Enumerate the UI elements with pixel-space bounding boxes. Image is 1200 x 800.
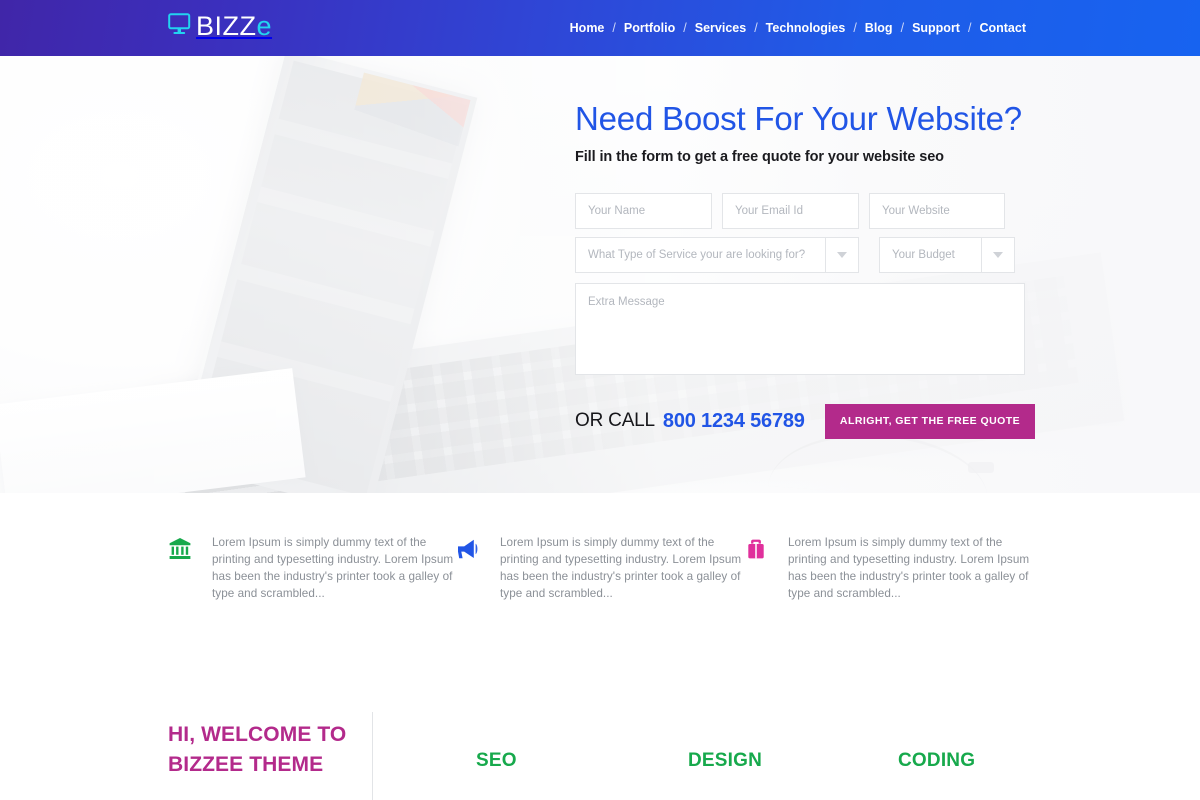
budget-select[interactable]: Your Budget bbox=[879, 236, 1015, 273]
hero-section: Need Boost For Your Website? Fill in the… bbox=[0, 56, 1200, 493]
nav-separator: / bbox=[754, 21, 758, 35]
phone-number-link[interactable]: 800 1234 56789 bbox=[663, 410, 805, 433]
name-input[interactable] bbox=[575, 192, 712, 229]
hero-title: Need Boost For Your Website? bbox=[575, 100, 1022, 137]
nav-separator: / bbox=[853, 21, 857, 35]
chevron-down-icon[interactable] bbox=[981, 236, 1015, 273]
monitor-icon bbox=[168, 13, 192, 40]
nav-item-support[interactable]: Support bbox=[912, 21, 960, 35]
feature-text: Lorem Ipsum is simply dummy text of the … bbox=[500, 536, 742, 600]
feature-item: Lorem Ipsum is simply dummy text of the … bbox=[456, 535, 744, 708]
briefcase-icon bbox=[744, 535, 770, 708]
skills-list: SEO DESIGN CODING bbox=[476, 750, 975, 772]
budget-select-value: Your Budget bbox=[879, 236, 981, 273]
get-free-quote-button[interactable]: ALRIGHT, GET THE FREE QUOTE bbox=[825, 403, 1035, 439]
email-input[interactable] bbox=[722, 192, 859, 229]
logo-text-main: BIZZ bbox=[196, 11, 257, 41]
quote-form: What Type of Service your are looking fo… bbox=[575, 192, 1035, 439]
nav-item-contact[interactable]: Contact bbox=[979, 21, 1026, 35]
feature-item: Lorem Ipsum is simply dummy text of the … bbox=[744, 535, 1032, 708]
welcome-heading: HI, WELCOME TO BIZZEE THEME bbox=[168, 720, 373, 780]
form-row-selects: What Type of Service your are looking fo… bbox=[575, 236, 1035, 273]
welcome-title-line1: HI, WELCOME TO bbox=[168, 723, 347, 746]
nav-item-services[interactable]: Services bbox=[695, 21, 746, 35]
feature-item: Lorem Ipsum is simply dummy text of the … bbox=[168, 535, 456, 708]
message-textarea[interactable] bbox=[575, 282, 1025, 375]
skill-design: DESIGN bbox=[688, 750, 763, 771]
site-logo[interactable]: BIZZe bbox=[168, 13, 272, 40]
bank-icon bbox=[168, 535, 194, 708]
nav-separator: / bbox=[900, 21, 905, 35]
site-header: BIZZe Home / Portfolio / Services / Tech… bbox=[0, 0, 1200, 56]
welcome-section: HI, WELCOME TO BIZZEE THEME SEO DESIGN C… bbox=[0, 708, 1200, 800]
skill-seo: SEO bbox=[476, 750, 517, 771]
feature-text: Lorem Ipsum is simply dummy text of the … bbox=[212, 536, 454, 600]
main-navigation: Home / Portfolio / Services / Technologi… bbox=[570, 21, 1026, 35]
skill-coding: CODING bbox=[898, 750, 976, 771]
section-divider bbox=[372, 712, 373, 800]
logo-text: BIZZe bbox=[196, 13, 272, 40]
welcome-title-line2: BIZZEE THEME bbox=[168, 752, 324, 776]
nav-item-blog[interactable]: Blog bbox=[865, 21, 893, 35]
nav-item-home[interactable]: Home bbox=[570, 21, 605, 35]
nav-separator: / bbox=[612, 21, 616, 35]
service-select-value: What Type of Service your are looking fo… bbox=[575, 236, 825, 273]
megaphone-icon bbox=[456, 535, 482, 708]
feature-text: Lorem Ipsum is simply dummy text of the … bbox=[788, 536, 1030, 600]
nav-separator: / bbox=[967, 21, 972, 35]
chevron-down-icon[interactable] bbox=[825, 236, 859, 273]
nav-separator: / bbox=[683, 21, 687, 35]
hero-subtitle: Fill in the form to get a free quote for… bbox=[575, 148, 944, 165]
service-select[interactable]: What Type of Service your are looking fo… bbox=[575, 236, 859, 273]
nav-item-technologies[interactable]: Technologies bbox=[766, 21, 846, 35]
nav-item-portfolio[interactable]: Portfolio bbox=[624, 21, 675, 35]
website-input[interactable] bbox=[869, 192, 1005, 229]
features-section: Lorem Ipsum is simply dummy text of the … bbox=[0, 493, 1200, 708]
form-row-contact bbox=[575, 192, 1035, 229]
hero-content: Need Boost For Your Website? Fill in the… bbox=[575, 56, 1035, 439]
logo-text-tail: e bbox=[256, 11, 273, 41]
cta-row: OR CALL 800 1234 56789 ALRIGHT, GET THE … bbox=[575, 403, 1035, 439]
or-call-label: OR CALL bbox=[575, 410, 655, 432]
